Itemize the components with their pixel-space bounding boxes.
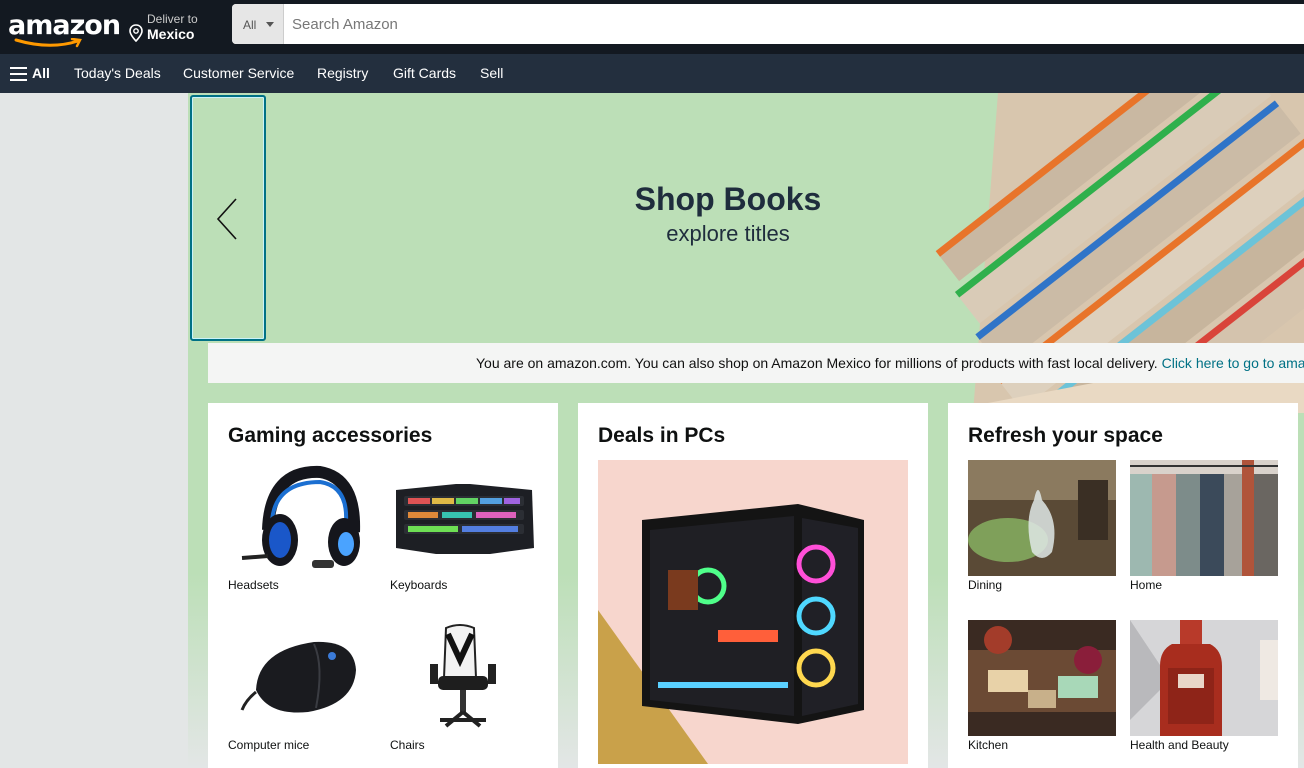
logo-text: amazon — [8, 10, 121, 41]
locale-notice-message: You are on amazon.com. You can also shop… — [476, 355, 1162, 371]
deliver-country: Mexico — [147, 26, 195, 42]
nav-link-customer-service[interactable]: Customer Service — [183, 65, 294, 81]
deliver-to-label: Deliver to — [147, 12, 198, 26]
carousel-prev-button[interactable] — [190, 95, 266, 341]
kitchen-image — [968, 620, 1116, 736]
home-textiles-image — [1130, 460, 1278, 576]
search-input[interactable] — [284, 4, 1304, 44]
nav-link-todays-deals[interactable]: Today's Deals — [74, 65, 161, 81]
amazon-logo[interactable]: amazon — [8, 10, 121, 50]
headset-image — [228, 460, 376, 576]
locale-notice-link[interactable]: Click here to go to amazon.com.mx — [1162, 355, 1304, 371]
nav-link-gift-cards[interactable]: Gift Cards — [393, 65, 456, 81]
computer-mouse-image — [228, 620, 376, 736]
tile-caption: Keyboards — [390, 578, 448, 592]
all-menu-label: All — [32, 65, 50, 81]
tile-caption: Kitchen — [968, 738, 1009, 752]
hero-subtitle: explore titles — [666, 221, 790, 246]
search-bar: All — [232, 4, 1304, 44]
card-title[interactable]: Gaming accessories — [228, 424, 432, 448]
left-gutter — [0, 93, 188, 768]
tile-caption: Health and Beauty — [1130, 738, 1229, 752]
tile-caption: Chairs — [390, 738, 425, 752]
keyboard-image — [390, 460, 538, 576]
nav-link-sell[interactable]: Sell — [480, 65, 503, 81]
chevron-left-icon — [216, 198, 237, 240]
search-category-label: All — [243, 18, 257, 32]
top-navbar: amazon Deliver to Mexico All — [0, 0, 1304, 54]
main-navbar: All Today's Deals Customer Service Regis… — [0, 54, 1304, 93]
tile-caption: Computer mice — [228, 738, 310, 752]
nav-link-registry[interactable]: Registry — [317, 65, 368, 81]
tile-caption: Headsets — [228, 578, 279, 592]
gaming-chair-image — [390, 620, 538, 736]
health-beauty-image — [1130, 620, 1278, 736]
locale-notice-bar: You are on amazon.com. You can also shop… — [208, 343, 1304, 383]
card-gaming-accessories: Gaming accessories Headsets Keyboards Co… — [208, 403, 558, 768]
caret-down-icon — [266, 22, 274, 27]
logo-smile-icon — [14, 38, 82, 48]
card-refresh-your-space: Refresh your space Dining Home Kitchen H… — [948, 403, 1298, 768]
dining-image — [968, 460, 1116, 576]
card-title[interactable]: Refresh your space — [968, 424, 1163, 448]
location-pin-icon — [129, 24, 143, 42]
gaming-pc-image[interactable] — [598, 460, 908, 764]
card-deals-in-pcs: Deals in PCs — [578, 403, 928, 768]
hero-title: Shop Books — [634, 181, 822, 217]
locale-notice-text: You are on amazon.com. You can also shop… — [476, 355, 1304, 371]
tile-caption: Home — [1130, 578, 1163, 592]
deliver-to-location[interactable]: Deliver to Mexico — [128, 10, 224, 44]
search-category-dropdown[interactable]: All — [232, 4, 284, 44]
tile-caption: Dining — [968, 578, 1003, 592]
hamburger-icon — [10, 67, 28, 81]
card-title[interactable]: Deals in PCs — [598, 424, 725, 448]
